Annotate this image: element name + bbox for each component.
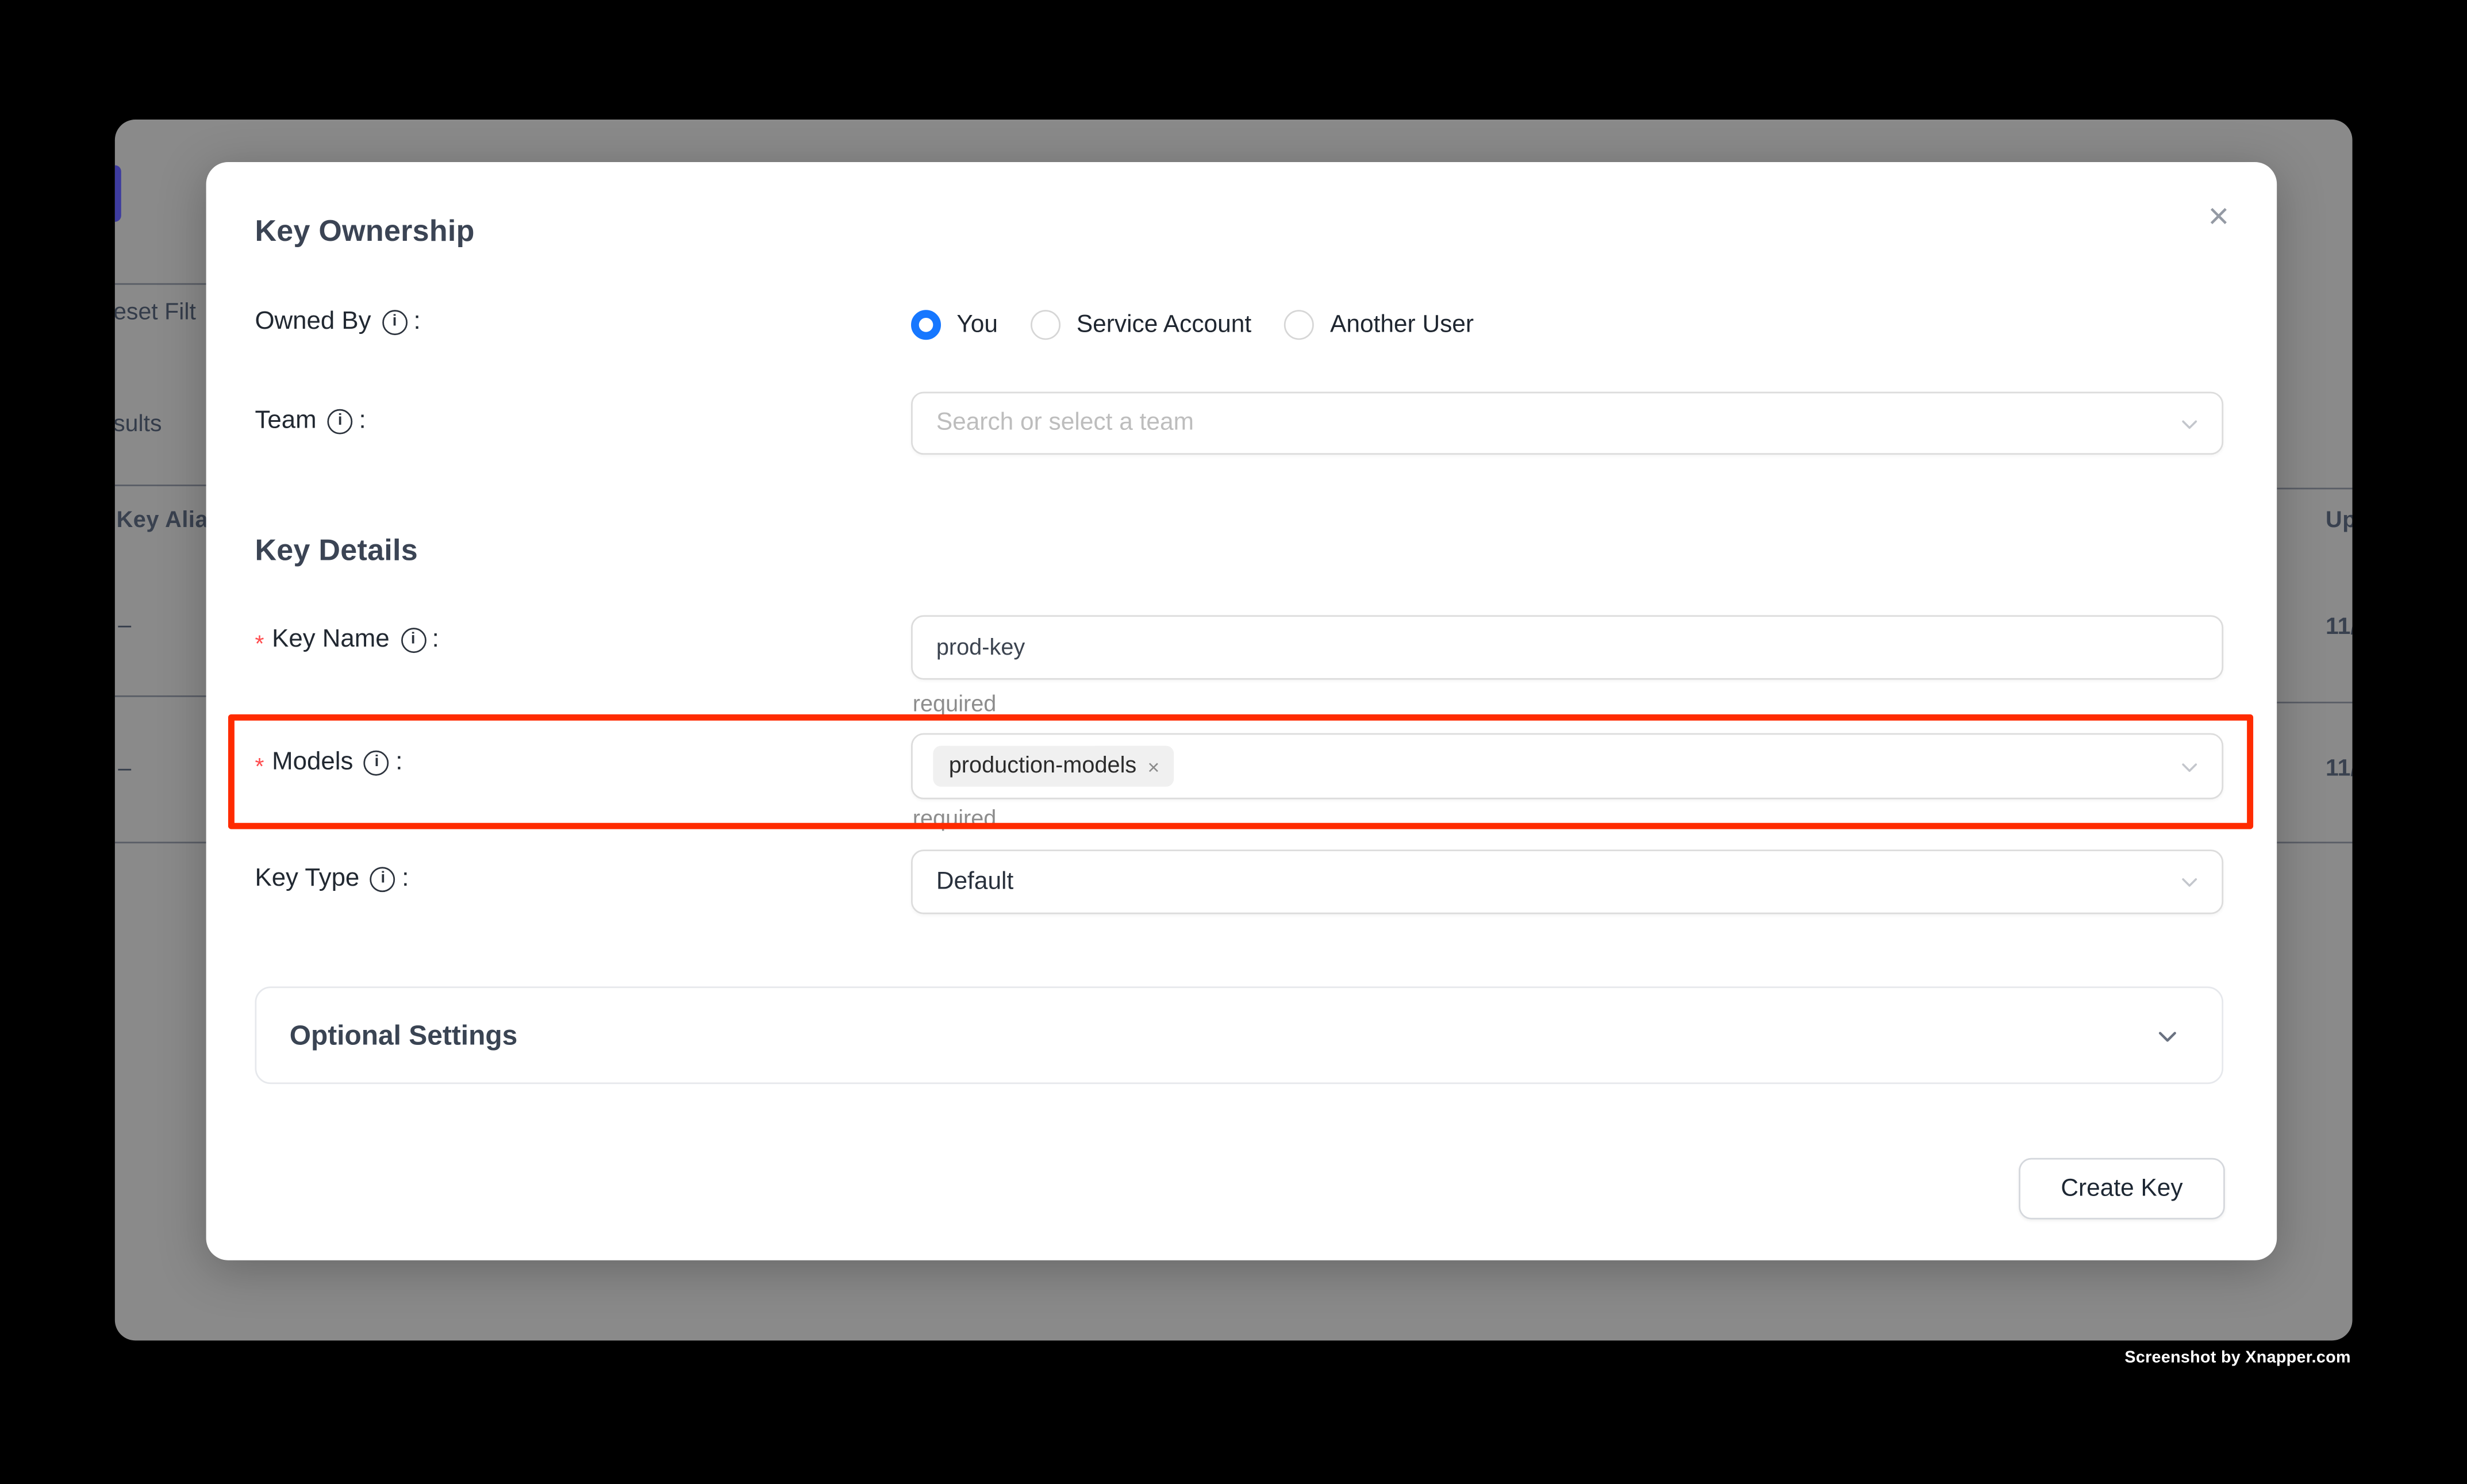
key-details-heading: Key Details <box>255 535 417 570</box>
screenshot-canvas: eset Filt sults Key Alia – – Up 11/ 11/ … <box>0 0 2467 1483</box>
chevron-down-icon <box>2179 872 2200 893</box>
table-row: – <box>118 612 131 639</box>
chevron-down-icon <box>2179 413 2200 434</box>
radio-unselected-icon[interactable] <box>1031 310 1060 340</box>
divider <box>2277 488 2352 490</box>
watermark: Screenshot by Xnapper.com <box>2124 1348 2350 1367</box>
key-ownership-heading: Key Ownership <box>255 216 474 250</box>
divider <box>115 695 208 697</box>
info-icon[interactable] <box>328 409 353 435</box>
required-asterisk: * <box>255 630 264 657</box>
info-icon[interactable] <box>370 867 395 892</box>
owned-by-radio-group: You Service Account Another User <box>911 310 1474 340</box>
table-row: 11/ <box>2326 614 2353 641</box>
results-count-clipped-text: sults <box>115 410 162 437</box>
radio-unselected-icon[interactable] <box>1285 310 1315 340</box>
key-name-validation-message: required <box>913 693 997 718</box>
info-icon[interactable] <box>364 751 390 776</box>
key-name-label: * Key Name : <box>255 626 439 655</box>
divider <box>115 283 208 285</box>
team-label: Team : <box>255 407 366 436</box>
close-icon[interactable]: × <box>2201 200 2236 234</box>
models-label: * Models : <box>255 749 402 777</box>
remove-tag-icon[interactable]: × <box>1147 756 1159 776</box>
required-asterisk: * <box>255 753 264 780</box>
table-row: 11/ <box>2326 755 2353 782</box>
team-select[interactable]: Search or select a team <box>911 392 2223 455</box>
reset-filters-clipped-text: eset Filt <box>115 299 196 326</box>
key-type-label: Key Type : <box>255 866 409 894</box>
key-alias-column-header: Key Alia <box>117 508 208 533</box>
updated-column-header: Up <box>2326 508 2353 533</box>
divider <box>115 842 208 844</box>
radio-owned-by-you[interactable]: You <box>911 310 998 340</box>
divider <box>115 485 208 486</box>
models-validation-message: required <box>913 807 997 832</box>
divider <box>2277 702 2352 703</box>
key-type-select[interactable]: Default <box>911 849 2223 914</box>
selected-model-tag: production-models × <box>933 746 1174 787</box>
chevron-down-icon <box>2155 1024 2179 1047</box>
background-table-right: Up 11/ 11/ <box>2277 120 2352 1340</box>
radio-owned-by-another-user[interactable]: Another User <box>1285 310 1474 340</box>
models-select[interactable]: production-models × <box>911 733 2223 799</box>
info-icon[interactable] <box>382 310 408 335</box>
divider <box>2277 842 2352 844</box>
create-key-modal: × Key Ownership Owned By : You Service A… <box>206 162 2277 1260</box>
table-row: – <box>118 755 131 782</box>
owned-by-label: Owned By : <box>255 309 420 337</box>
optional-settings-toggle[interactable]: Optional Settings <box>255 986 2223 1084</box>
key-name-input[interactable]: prod-key <box>911 615 2223 679</box>
radio-selected-icon[interactable] <box>911 310 941 340</box>
info-icon[interactable] <box>401 628 426 653</box>
radio-owned-by-service-account[interactable]: Service Account <box>1031 310 1251 340</box>
create-key-button[interactable]: Create Key <box>2019 1158 2225 1220</box>
chevron-down-icon <box>2179 756 2200 776</box>
background-table-left: eset Filt sults Key Alia – – <box>115 120 208 1340</box>
